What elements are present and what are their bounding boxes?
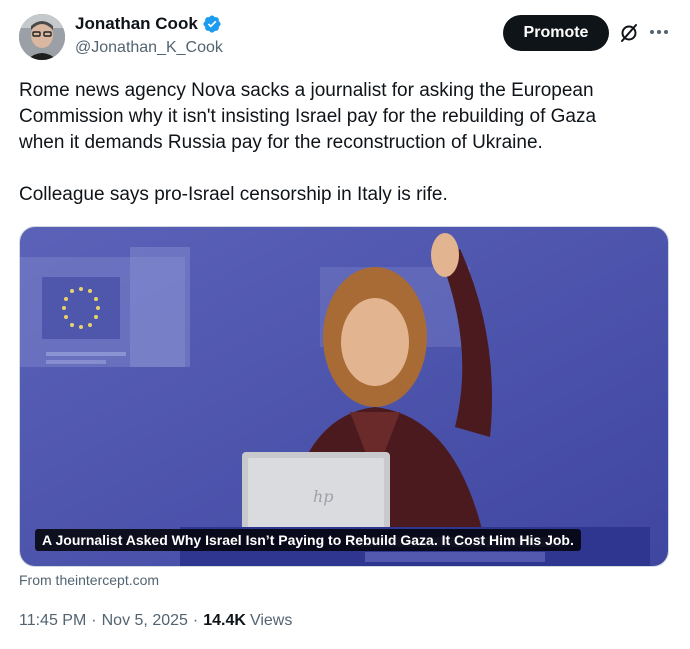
verified-badge-icon xyxy=(202,14,222,34)
card-caption: A Journalist Asked Why Israel Isn’t Payi… xyxy=(35,529,581,551)
tweet-date[interactable]: Nov 5, 2025 xyxy=(102,612,188,630)
more-options-icon[interactable] xyxy=(647,22,671,42)
views-label: Views xyxy=(249,612,293,629)
author-name[interactable]: Jonathan Cook xyxy=(75,14,198,34)
tweet-time[interactable]: 11:45 PM xyxy=(19,612,86,630)
svg-text:hp: hp xyxy=(313,487,334,506)
card-source-link[interactable]: From theintercept.com xyxy=(19,572,159,588)
link-card-image[interactable]: hp A Journalist Asked Why Israel Isn’t P… xyxy=(19,226,669,567)
views-count: 14.4K xyxy=(203,612,246,629)
grok-icon[interactable] xyxy=(619,22,639,44)
promote-button[interactable]: Promote xyxy=(503,15,609,51)
meta-separator: · xyxy=(192,612,199,629)
avatar[interactable] xyxy=(19,14,65,60)
tweet-meta: 11:45 PM · Nov 5, 2025 · 14.4K Views xyxy=(19,612,292,630)
meta-separator: · xyxy=(91,612,97,629)
author-handle[interactable]: @Jonathan_K_Cook xyxy=(75,39,223,57)
tweet-text: Rome news agency Nova sacks a journalist… xyxy=(19,80,597,205)
author-name-row: Jonathan Cook xyxy=(75,14,222,34)
